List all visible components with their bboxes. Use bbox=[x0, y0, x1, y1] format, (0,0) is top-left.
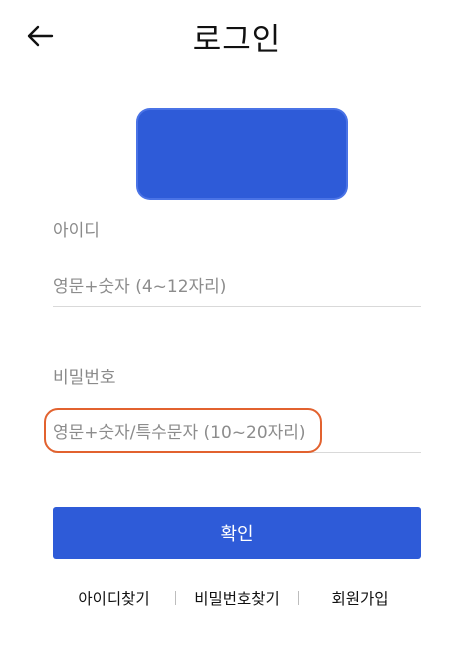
password-label: 비밀번호 bbox=[53, 368, 116, 388]
page-title: 로그인 bbox=[192, 22, 282, 58]
id-input[interactable] bbox=[53, 267, 421, 307]
signup-link[interactable]: 회원가입 bbox=[299, 587, 421, 609]
confirm-button[interactable]: 확인 bbox=[53, 507, 421, 559]
id-label: 아이디 bbox=[53, 221, 100, 241]
logo-image bbox=[138, 110, 346, 198]
find-password-link[interactable]: 비밀번호찾기 bbox=[176, 587, 298, 609]
password-input[interactable] bbox=[53, 413, 421, 453]
find-id-link[interactable]: 아이디찾기 bbox=[53, 587, 175, 609]
header-bar: 로그인 bbox=[0, 0, 474, 80]
account-links: 아이디찾기 비밀번호찾기 회원가입 bbox=[53, 586, 421, 610]
